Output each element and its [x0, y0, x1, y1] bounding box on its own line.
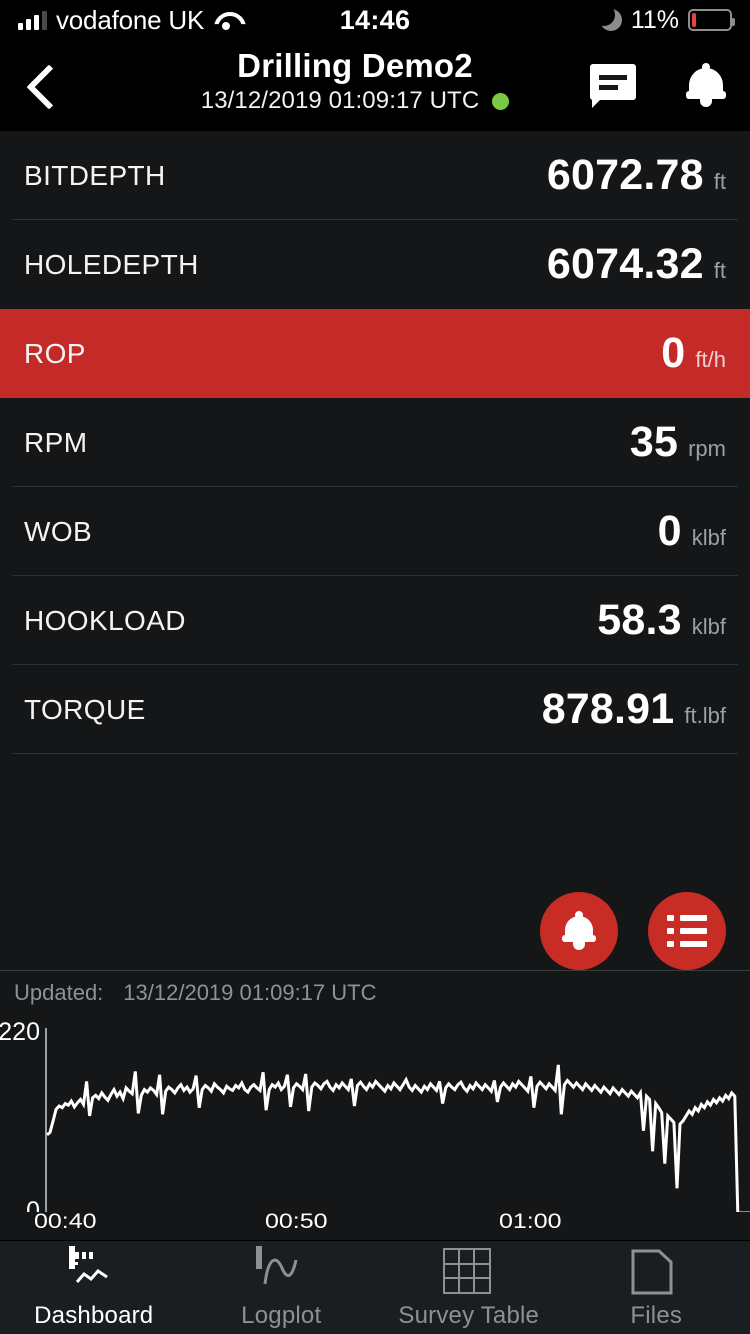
channel-label: WOB	[24, 515, 93, 547]
tab-label: Files	[630, 1302, 683, 1329]
header-timestamp: 13/12/2019 01:09:17 UTC	[200, 87, 480, 114]
battery-icon	[688, 9, 735, 31]
table-row[interactable]: BITDEPTH 6072.78 ft	[0, 131, 750, 220]
back-button[interactable]	[24, 62, 68, 110]
table-row[interactable]: WOB 0 klbf	[0, 487, 750, 576]
channel-value: 58.3	[597, 596, 682, 644]
moon-icon	[592, 4, 622, 31]
channel-label: BITDEPTH	[24, 159, 166, 191]
files-icon	[631, 1249, 681, 1295]
channel-value: 35	[629, 418, 679, 466]
channel-value: 0	[657, 507, 682, 555]
content-spacer	[0, 754, 750, 970]
channel-unit: ft.lbf	[684, 703, 726, 728]
status-bar: vodafone UK 14:46 11%	[0, 0, 750, 40]
tab-survey-table[interactable]: Survey Table	[375, 1241, 563, 1334]
app-header: Drilling Demo2 13/12/2019 01:09:17 UTC	[0, 40, 750, 131]
status-bar-clock: 14:46	[339, 4, 411, 35]
channel-unit: ft	[713, 169, 726, 194]
channel-unit: ft/h	[695, 347, 726, 372]
channel-label: HOOKLOAD	[24, 604, 186, 636]
table-row[interactable]: RPM 35 rpm	[0, 398, 750, 487]
x-tick-label: 00:40	[34, 1209, 97, 1233]
channel-label: TORQUE	[24, 693, 146, 725]
x-tick-label: 00:50	[265, 1209, 328, 1233]
bottom-nav: Dashboard Logplot Survey Table Files	[0, 1240, 750, 1334]
trend-chart[interactable]: 220 0 00:40 00:50 01:00	[0, 1014, 750, 1240]
channel-label: ROP	[24, 337, 86, 369]
bell-icon	[562, 911, 596, 951]
channel-value: 6074.32	[546, 240, 704, 288]
channel-value: 878.91	[541, 685, 675, 733]
channel-unit: klbf	[691, 614, 726, 639]
channel-unit: klbf	[691, 525, 726, 550]
page-title: Drilling Demo2	[237, 47, 473, 84]
updated-strip: Updated: 13/12/2019 01:09:17 UTC	[0, 970, 750, 1014]
updated-timestamp: 13/12/2019 01:09:17 UTC	[123, 979, 377, 1005]
x-tick-label: 01:00	[499, 1209, 562, 1233]
table-row-alarm[interactable]: ROP 0 ft/h	[0, 309, 750, 398]
status-badge	[492, 92, 510, 110]
message-icon[interactable]	[590, 63, 636, 108]
table-row[interactable]: HOOKLOAD 58.3 klbf	[0, 576, 750, 665]
table-row[interactable]: HOLEDEPTH 6074.32 ft	[0, 220, 750, 309]
y-axis-max-label: 220	[0, 1018, 40, 1046]
tab-label: Survey Table	[398, 1302, 540, 1329]
trend-chart-svg: 220 0	[0, 1018, 750, 1212]
bell-icon[interactable]	[686, 62, 726, 109]
channel-list: BITDEPTH 6072.78 ft HOLEDEPTH 6074.32 ft…	[0, 131, 750, 754]
channel-label: RPM	[24, 426, 88, 458]
tab-dashboard[interactable]: Dashboard	[0, 1241, 188, 1334]
app-root: vodafone UK 14:46 11% Drilling Demo2 13/…	[0, 0, 750, 1334]
alarm-fab[interactable]	[540, 892, 618, 970]
trend-line	[46, 1064, 750, 1212]
dashboard-icon	[68, 1246, 119, 1295]
tab-label: Logplot	[241, 1302, 322, 1329]
battery-fill	[692, 13, 696, 27]
floating-action-buttons	[540, 892, 726, 970]
logplot-icon	[256, 1246, 306, 1295]
header-subtitle-row: 13/12/2019 01:09:17 UTC	[201, 87, 510, 115]
header-actions	[590, 62, 726, 109]
channel-unit: rpm	[688, 436, 726, 461]
channels-fab[interactable]	[648, 892, 726, 970]
header-titles: Drilling Demo2 13/12/2019 01:09:17 UTC	[110, 46, 600, 115]
tab-logplot[interactable]: Logplot	[188, 1241, 376, 1334]
table-row[interactable]: TORQUE 878.91 ft.lbf	[0, 665, 750, 754]
updated-label: Updated:	[14, 979, 104, 1005]
tab-files[interactable]: Files	[563, 1241, 750, 1334]
list-icon	[667, 915, 707, 947]
channel-label: HOLEDEPTH	[24, 248, 199, 280]
survey-table-icon	[442, 1248, 494, 1295]
tab-label: Dashboard	[34, 1302, 154, 1329]
channel-value: 0	[661, 329, 686, 377]
x-axis-labels: 00:40 00:50 01:00	[34, 1209, 562, 1233]
channel-unit: ft	[713, 258, 726, 283]
channel-value: 6072.78	[546, 151, 704, 199]
